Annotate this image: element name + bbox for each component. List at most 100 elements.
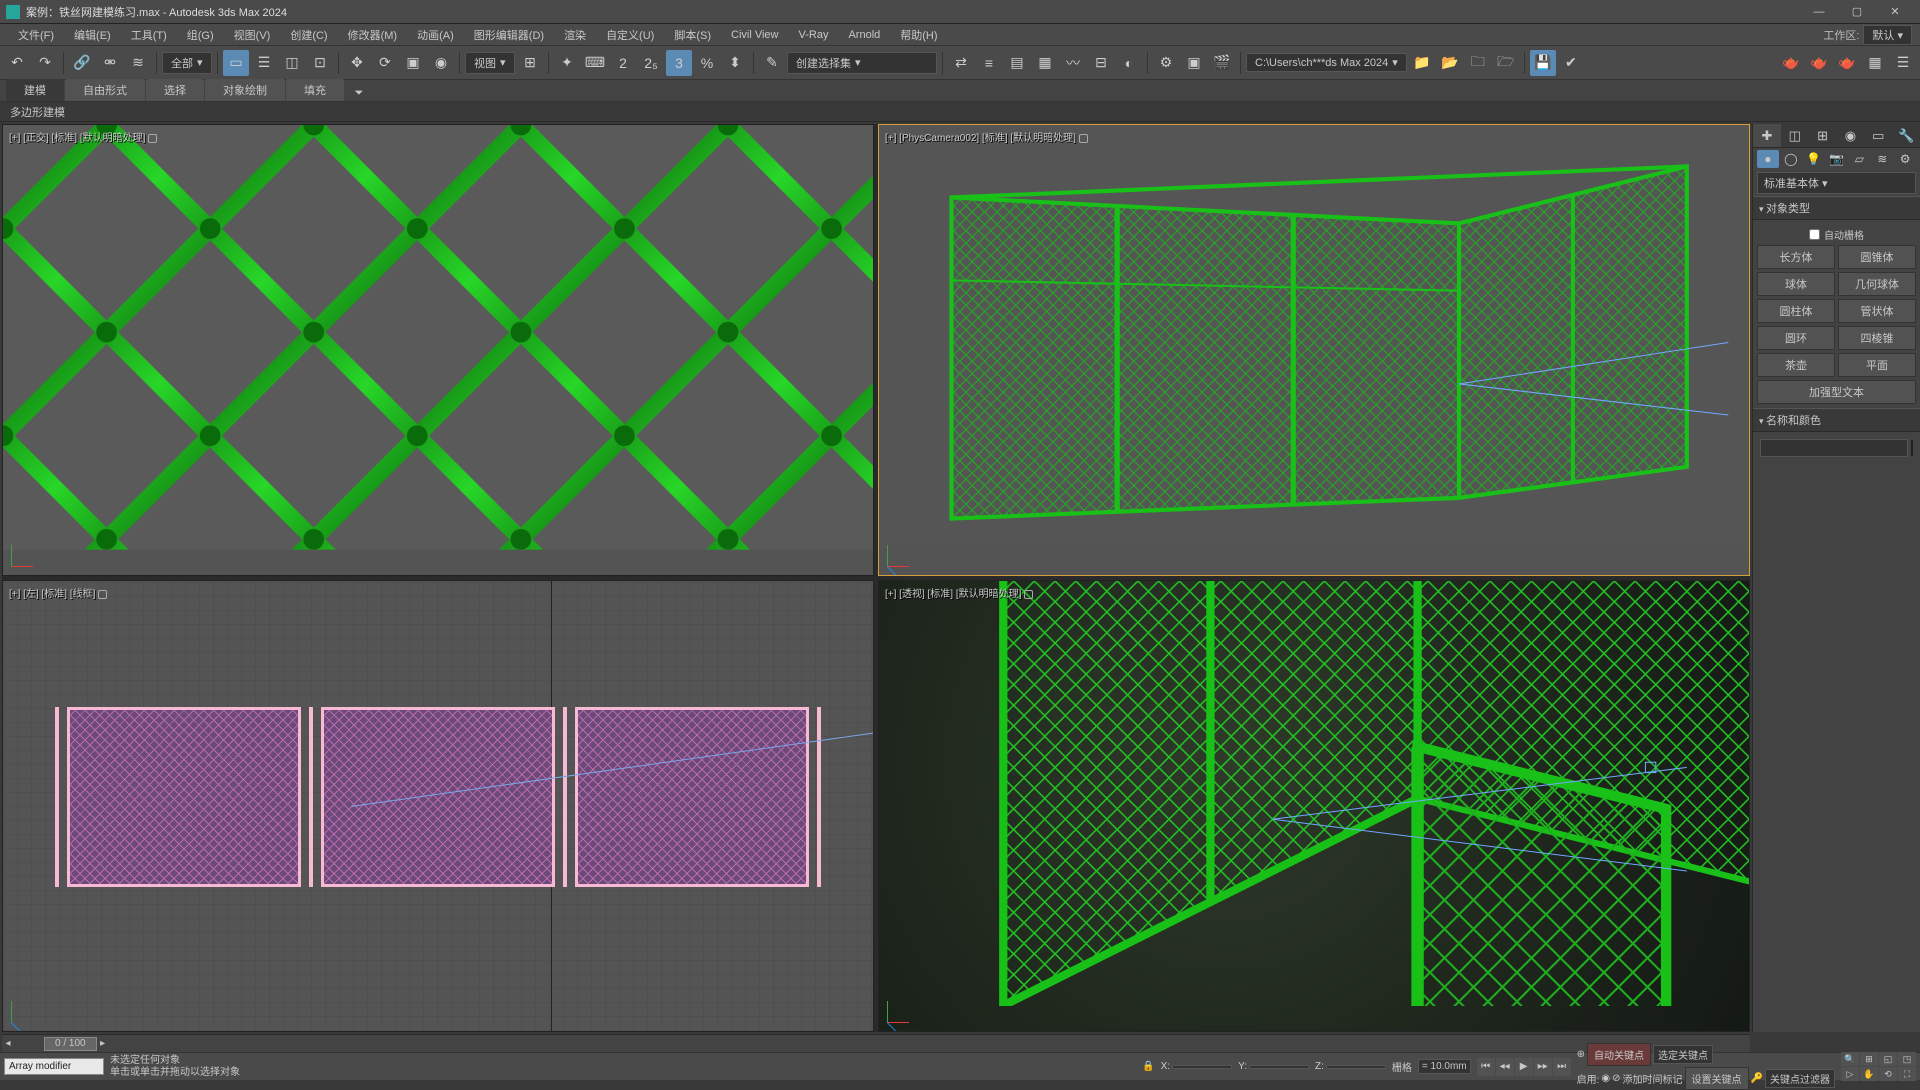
ref-coord-dropdown[interactable]: 视图 ▾ <box>465 52 515 74</box>
object-color-swatch[interactable] <box>1911 440 1913 456</box>
play-button[interactable]: ▶ <box>1515 1058 1533 1076</box>
enable-icon[interactable]: ◉ <box>1601 1073 1610 1084</box>
move-button[interactable]: ✥ <box>344 50 370 76</box>
project-4-button[interactable]: 🗁 <box>1493 50 1519 76</box>
project-1-button[interactable]: 📁 <box>1409 50 1435 76</box>
autosave-button[interactable]: 💾 <box>1530 50 1556 76</box>
geosphere-button[interactable]: 几何球体 <box>1838 272 1916 296</box>
toggle-ribbon-button[interactable]: ▦ <box>1032 50 1058 76</box>
time-prev-button[interactable]: ◂ <box>2 1038 14 1049</box>
project-2-button[interactable]: 📂 <box>1437 50 1463 76</box>
menu-vray[interactable]: V-Ray <box>789 27 839 43</box>
tube-button[interactable]: 管状体 <box>1838 299 1916 323</box>
teapot-1-icon[interactable]: 🫖 <box>1778 50 1804 76</box>
viewport-camera[interactable]: [+] [PhysCamera002] [标准] [默认明暗处理] <box>878 124 1750 576</box>
menu-customize[interactable]: 自定义(U) <box>596 25 664 45</box>
scale-button[interactable]: ▣ <box>400 50 426 76</box>
x-coord-input[interactable] <box>1172 1065 1232 1069</box>
mirror-button[interactable]: ⇄ <box>948 50 974 76</box>
menu-animation[interactable]: 动画(A) <box>407 25 464 45</box>
prev-frame-button[interactable]: ◂◂ <box>1496 1058 1514 1076</box>
z-coord-input[interactable] <box>1326 1065 1386 1069</box>
hierarchy-tab[interactable]: ⊞ <box>1809 124 1837 147</box>
utilities-tab[interactable]: 🔧 <box>1892 124 1920 147</box>
use-center-button[interactable]: ⊞ <box>517 50 543 76</box>
keyfilter-icon[interactable]: 🔑 <box>1751 1073 1763 1084</box>
grid-icon[interactable]: ▦ <box>1862 50 1888 76</box>
create-tab[interactable]: ✚ <box>1753 124 1781 147</box>
teapot-3-icon[interactable]: 🫖 <box>1834 50 1860 76</box>
maximize-viewport-button[interactable]: ⛶ <box>1898 1067 1916 1081</box>
viewport-left-label[interactable]: [+] [左] [标准] [线框] <box>9 585 107 600</box>
viewport-front-label[interactable]: [+] [正交] [标准] [默认明暗处理] <box>9 129 157 144</box>
time-next-button[interactable]: ▸ <box>97 1038 109 1049</box>
object-name-input[interactable] <box>1760 439 1908 457</box>
viewport-perspective[interactable]: [+] [透视] [标准] [默认明暗处理] <box>878 580 1750 1032</box>
sphere-button[interactable]: 球体 <box>1757 272 1835 296</box>
lights-button[interactable]: 💡 <box>1803 150 1825 168</box>
autokey-button[interactable]: 自动关键点 <box>1587 1043 1651 1066</box>
ribbon-tab-populate[interactable]: 填充 <box>286 79 344 101</box>
selection-filter-dropdown[interactable]: 全部 ▾ <box>162 52 212 74</box>
layer-explorer-button[interactable]: ▤ <box>1004 50 1030 76</box>
lock-icon[interactable]: 🔒 <box>1142 1061 1154 1072</box>
cylinder-button[interactable]: 圆柱体 <box>1757 299 1835 323</box>
menu-rendering[interactable]: 渲染 <box>554 25 596 45</box>
window-crossing-button[interactable]: ⊡ <box>307 50 333 76</box>
keyframe-type-dropdown[interactable]: 选定关键点 <box>1653 1045 1713 1064</box>
viewport-camera-label[interactable]: [+] [PhysCamera002] [标准] [默认明暗处理] <box>885 129 1088 144</box>
goto-start-button[interactable]: ⏮ <box>1477 1058 1495 1076</box>
unlink-button[interactable]: ⚮ <box>97 50 123 76</box>
project-path-dropdown[interactable]: C:\Users\ch***ds Max 2024 ▾ <box>1246 53 1407 72</box>
menu-arnold[interactable]: Arnold <box>838 27 890 43</box>
select-by-name-button[interactable]: ☰ <box>251 50 277 76</box>
vp1-filter-icon[interactable] <box>148 134 157 143</box>
next-frame-button[interactable]: ▸▸ <box>1534 1058 1552 1076</box>
keyboard-shortcut-button[interactable]: ⌨ <box>582 50 608 76</box>
keyfilter-button[interactable]: 关键点过滤器 <box>1765 1069 1835 1088</box>
rotate-button[interactable]: ⟳ <box>372 50 398 76</box>
material-editor-button[interactable]: ◐ <box>1116 50 1142 76</box>
shapes-button[interactable]: ◯ <box>1780 150 1802 168</box>
viewport-front[interactable]: [+] [正交] [标准] [默认明暗处理] <box>2 124 874 576</box>
setkey-button[interactable]: 设置关键点 <box>1685 1067 1749 1090</box>
menu-create[interactable]: 创建(C) <box>280 25 337 45</box>
schematic-view-button[interactable]: ⊟ <box>1088 50 1114 76</box>
vp3-filter-icon[interactable] <box>98 590 107 599</box>
rollout-object-type[interactable]: 对象类型 <box>1753 196 1920 220</box>
isolate-icon[interactable]: ⊕ <box>1577 1049 1585 1060</box>
percent-snap-button[interactable]: % <box>694 50 720 76</box>
menu-modifiers[interactable]: 修改器(M) <box>338 25 408 45</box>
teapot-button[interactable]: 茶壶 <box>1757 353 1835 377</box>
ribbon-toggle-button[interactable]: ⏷ <box>349 85 369 101</box>
y-coord-input[interactable] <box>1249 1065 1309 1069</box>
render-production-button[interactable]: 🎬 <box>1209 50 1235 76</box>
geometry-button[interactable]: ● <box>1757 150 1779 168</box>
menu-group[interactable]: 组(G) <box>177 25 224 45</box>
zoom-extents-button[interactable]: ◱ <box>1879 1052 1897 1066</box>
teapot-2-icon[interactable]: 🫖 <box>1806 50 1832 76</box>
manipulate-button[interactable]: ✦ <box>554 50 580 76</box>
category-dropdown[interactable]: 标准基本体 ▾ <box>1757 172 1916 194</box>
ribbon-tab-modeling[interactable]: 建模 <box>6 79 64 101</box>
project-3-button[interactable]: 🗀 <box>1465 50 1491 76</box>
viewport-perspective-label[interactable]: [+] [透视] [标准] [默认明暗处理] <box>885 585 1033 600</box>
menu-grapheditors[interactable]: 图形编辑器(D) <box>464 25 554 45</box>
curve-editor-button[interactable]: 〰 <box>1060 50 1086 76</box>
link-button[interactable]: 🔗 <box>69 50 95 76</box>
maxscript-listener-input[interactable] <box>4 1058 104 1075</box>
named-selection-dropdown[interactable]: 创建选择集 ▾ <box>787 52 937 74</box>
check-button[interactable]: ✔ <box>1558 50 1584 76</box>
box-button[interactable]: 长方体 <box>1757 245 1835 269</box>
zoom-button[interactable]: 🔍 <box>1841 1052 1859 1066</box>
fov-button[interactable]: ▷ <box>1841 1067 1859 1081</box>
select-object-button[interactable]: ▭ <box>223 50 249 76</box>
motion-tab[interactable]: ◉ <box>1836 124 1864 147</box>
align-button[interactable]: ≡ <box>976 50 1002 76</box>
modify-tab[interactable]: ◫ <box>1781 124 1809 147</box>
addtime-label[interactable]: 添加时间标记 <box>1623 1071 1683 1086</box>
maximize-button[interactable]: ▢ <box>1838 0 1876 23</box>
zoom-all-button[interactable]: ⊞ <box>1860 1052 1878 1066</box>
undo-button[interactable]: ↶ <box>4 50 30 76</box>
display-tab[interactable]: ▭ <box>1864 124 1892 147</box>
